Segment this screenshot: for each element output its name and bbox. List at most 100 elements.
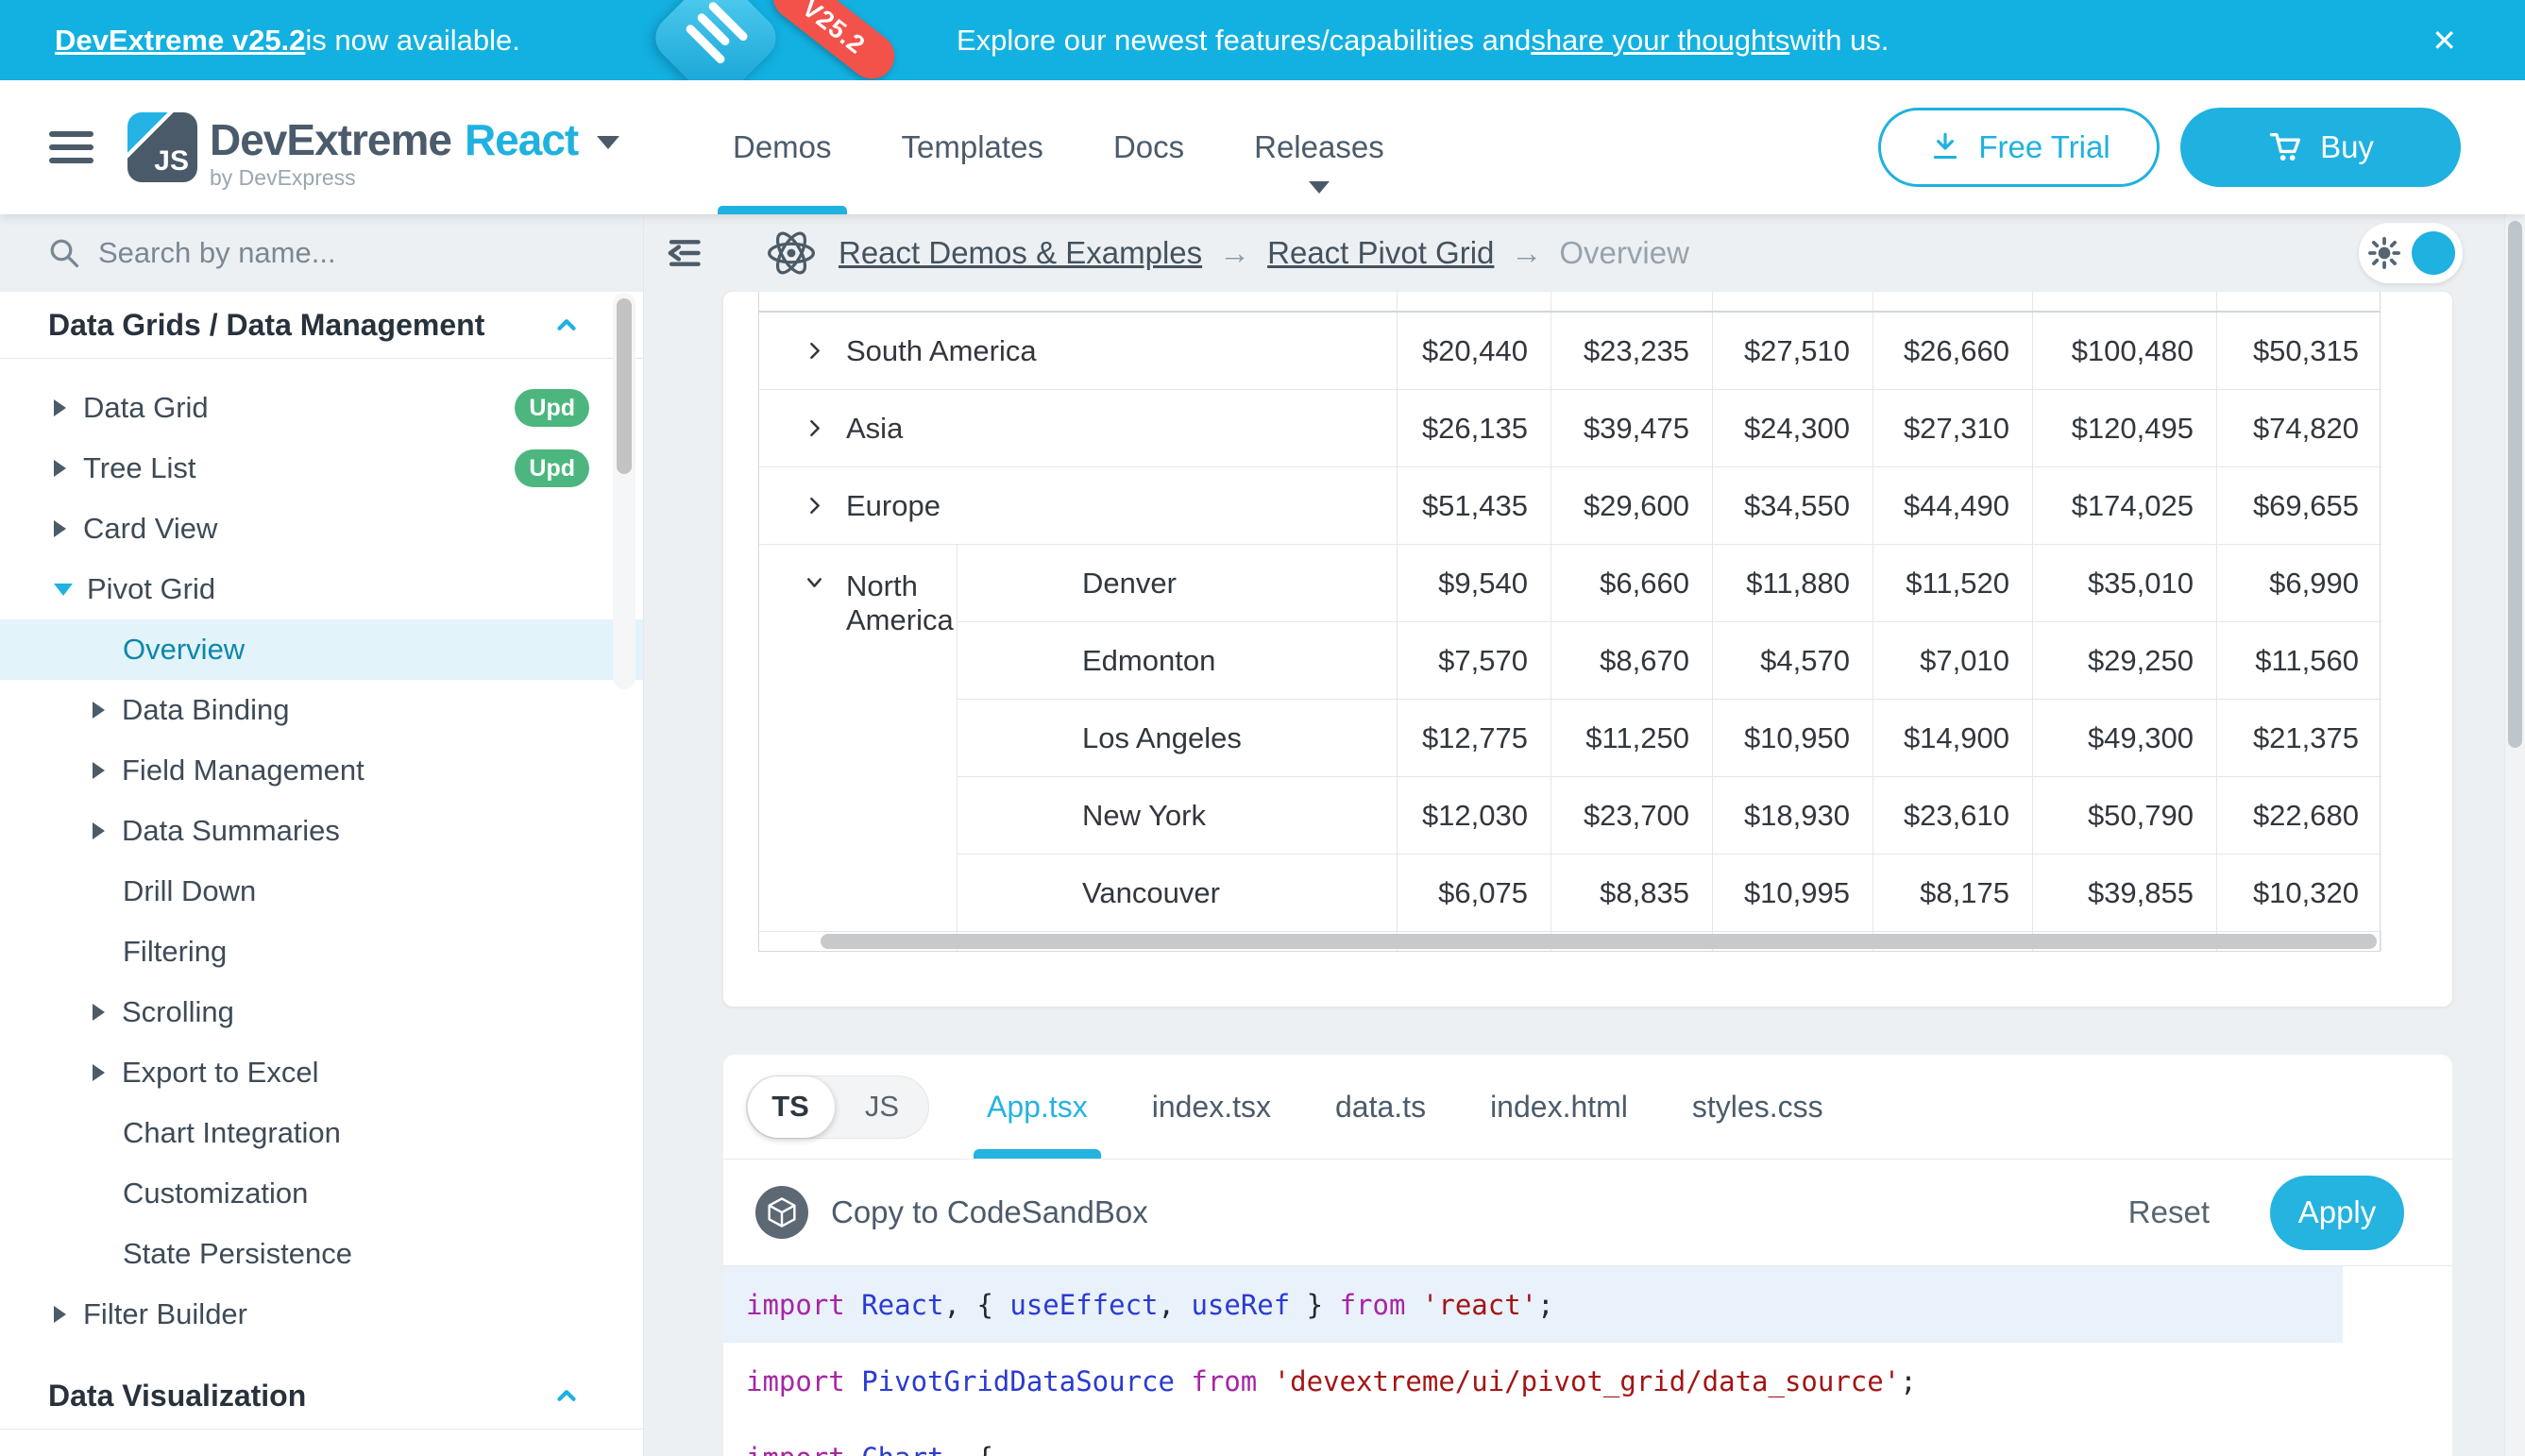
pivot-cell[interactable]: $10,950 bbox=[1713, 700, 1873, 777]
pivot-cell[interactable]: $34,550 bbox=[1713, 467, 1873, 545]
pivot-cell[interactable]: $27,510 bbox=[1713, 313, 1873, 390]
nav-demos[interactable]: Demos bbox=[733, 80, 832, 214]
row-header-denver[interactable]: Denver bbox=[957, 545, 1398, 622]
horizontal-scrollbar[interactable] bbox=[821, 934, 2377, 949]
pivot-cell[interactable]: $11,560 bbox=[2217, 622, 2381, 700]
sidebar-item-drill-down[interactable]: Drill Down bbox=[0, 861, 643, 922]
reset-button[interactable]: Reset bbox=[2128, 1194, 2210, 1230]
sidebar-item-data-grid[interactable]: Data GridUpd bbox=[0, 378, 643, 438]
pivot-cell[interactable]: $39,475 bbox=[1551, 390, 1713, 467]
pivot-cell[interactable]: $69,655 bbox=[2217, 467, 2381, 545]
row-header-south-america[interactable]: South America bbox=[759, 313, 1398, 390]
theme-toggle[interactable] bbox=[2359, 223, 2463, 283]
pivot-cell[interactable]: $120,495 bbox=[2033, 390, 2217, 467]
pivot-cell[interactable]: $44,490 bbox=[1873, 467, 2033, 545]
sidebar-item-filtering[interactable]: Filtering bbox=[0, 922, 643, 982]
pivot-cell[interactable]: $174,025 bbox=[2033, 467, 2217, 545]
pivot-cell[interactable]: $29,250 bbox=[2033, 622, 2217, 700]
language-option-ts[interactable]: TS bbox=[747, 1076, 834, 1138]
sidebar-item-field-management[interactable]: Field Management bbox=[0, 740, 643, 801]
pivot-cell[interactable]: $27,310 bbox=[1873, 390, 2033, 467]
row-header-new-york[interactable]: New York bbox=[957, 777, 1398, 855]
row-header-edmonton[interactable]: Edmonton bbox=[957, 622, 1398, 700]
pivot-cell[interactable]: $11,880 bbox=[1713, 545, 1873, 622]
framework-selector[interactable]: React bbox=[465, 114, 578, 165]
section-data-visualization[interactable]: Data Visualization bbox=[0, 1363, 643, 1430]
pivot-cell[interactable]: $4,570 bbox=[1713, 622, 1873, 700]
sidebar-item-customization[interactable]: Customization bbox=[0, 1163, 643, 1224]
pivot-cell[interactable]: $26,660 bbox=[1873, 313, 2033, 390]
pivot-cell[interactable]: $8,175 bbox=[1873, 855, 2033, 932]
pivot-cell[interactable]: $11,250 bbox=[1551, 700, 1713, 777]
nav-docs[interactable]: Docs bbox=[1113, 80, 1184, 214]
sidebar-item-filter-builder[interactable]: Filter Builder bbox=[0, 1284, 643, 1345]
pivot-cell[interactable]: $8,670 bbox=[1551, 622, 1713, 700]
chevron-down-icon[interactable] bbox=[597, 136, 619, 149]
pivot-cell[interactable]: $74,820 bbox=[2217, 390, 2381, 467]
sidebar-item-chart-integration[interactable]: Chart Integration bbox=[0, 1103, 643, 1163]
language-option-js[interactable]: JS bbox=[836, 1076, 928, 1138]
pivot-cell[interactable]: $50,315 bbox=[2217, 313, 2381, 390]
share-thoughts-link[interactable]: share your thoughts bbox=[1531, 24, 1789, 58]
pivot-cell[interactable]: $6,075 bbox=[1398, 855, 1551, 932]
pivot-cell[interactable]: $39,855 bbox=[2033, 855, 2217, 932]
search-input[interactable] bbox=[98, 236, 551, 270]
pivot-cell[interactable]: $24,300 bbox=[1713, 390, 1873, 467]
pivot-cell[interactable]: $12,030 bbox=[1398, 777, 1551, 855]
sidebar-item-export-to-excel[interactable]: Export to Excel bbox=[0, 1042, 643, 1103]
sidebar-item-card-view[interactable]: Card View bbox=[0, 499, 643, 559]
sidebar-item-overview[interactable]: Overview bbox=[0, 619, 643, 680]
nav-templates[interactable]: Templates bbox=[902, 80, 1043, 214]
pivot-cell[interactable]: $9,540 bbox=[1398, 545, 1551, 622]
pivot-cell[interactable]: $6,990 bbox=[2217, 545, 2381, 622]
pivot-cell[interactable]: $6,660 bbox=[1551, 545, 1713, 622]
sidebar-scrollbar[interactable] bbox=[613, 293, 635, 689]
row-header-asia[interactable]: Asia bbox=[759, 390, 1398, 467]
breadcrumb-link-pivot-grid[interactable]: React Pivot Grid bbox=[1267, 235, 1494, 271]
pivot-cell[interactable]: $8,835 bbox=[1551, 855, 1713, 932]
code-editor[interactable]: import React, { useEffect, useRef } from… bbox=[723, 1266, 2452, 1456]
pivot-cell[interactable]: $20,440 bbox=[1398, 313, 1551, 390]
tab-app-tsx[interactable]: App.tsx bbox=[987, 1055, 1088, 1159]
sidebar-item-pivot-grid[interactable]: Pivot Grid bbox=[0, 559, 643, 619]
pivot-cell[interactable]: $23,235 bbox=[1551, 313, 1713, 390]
tab-index-html[interactable]: index.html bbox=[1490, 1055, 1628, 1159]
copy-to-codesandbox-button[interactable]: Copy to CodeSandBox bbox=[831, 1194, 1148, 1230]
collapse-sidebar-icon[interactable] bbox=[663, 234, 704, 272]
devextreme-logo[interactable]: JS bbox=[127, 112, 197, 182]
pivot-cell[interactable]: $10,995 bbox=[1713, 855, 1873, 932]
tab-index-tsx[interactable]: index.tsx bbox=[1152, 1055, 1271, 1159]
codesandbox-icon[interactable] bbox=[755, 1186, 808, 1239]
nav-releases[interactable]: Releases bbox=[1254, 80, 1384, 214]
free-trial-button[interactable]: Free Trial bbox=[1878, 108, 2160, 187]
row-header-los-angeles[interactable]: Los Angeles bbox=[957, 700, 1398, 777]
pivot-cell[interactable]: $35,010 bbox=[2033, 545, 2217, 622]
pivot-cell[interactable]: $7,010 bbox=[1873, 622, 2033, 700]
section-data-grids[interactable]: Data Grids / Data Management bbox=[0, 292, 643, 359]
pivot-cell[interactable]: $11,520 bbox=[1873, 545, 2033, 622]
tab-data-ts[interactable]: data.ts bbox=[1335, 1055, 1426, 1159]
page-scrollbar[interactable] bbox=[2504, 214, 2525, 1456]
pivot-cell[interactable]: $50,790 bbox=[2033, 777, 2217, 855]
pivot-cell[interactable]: $29,600 bbox=[1551, 467, 1713, 545]
pivot-cell[interactable]: $26,135 bbox=[1398, 390, 1551, 467]
row-header-north-america[interactable]: North America bbox=[759, 545, 957, 932]
pivot-cell[interactable]: $12,775 bbox=[1398, 700, 1551, 777]
sidebar-item-scrolling[interactable]: Scrolling bbox=[0, 982, 643, 1042]
breadcrumb-link-demos[interactable]: React Demos & Examples bbox=[839, 235, 1202, 271]
pivot-cell[interactable]: $7,570 bbox=[1398, 622, 1551, 700]
hamburger-menu-icon[interactable] bbox=[49, 124, 93, 171]
sidebar-item-tree-list[interactable]: Tree ListUpd bbox=[0, 438, 643, 499]
pivot-cell[interactable]: $10,320 bbox=[2217, 855, 2381, 932]
buy-button[interactable]: Buy bbox=[2180, 108, 2461, 187]
pivot-cell[interactable]: $22,680 bbox=[2217, 777, 2381, 855]
language-toggle[interactable]: TS JS bbox=[746, 1075, 929, 1139]
sidebar-item-state-persistence[interactable]: State Persistence bbox=[0, 1224, 643, 1284]
pivot-cell[interactable]: $100,480 bbox=[2033, 313, 2217, 390]
row-header-vancouver[interactable]: Vancouver bbox=[957, 855, 1398, 932]
pivot-cell[interactable]: $23,700 bbox=[1551, 777, 1713, 855]
tab-styles-css[interactable]: styles.css bbox=[1692, 1055, 1823, 1159]
row-header-europe[interactable]: Europe bbox=[759, 467, 1398, 545]
pivot-cell[interactable]: $14,900 bbox=[1873, 700, 2033, 777]
version-link[interactable]: DevExtreme v25.2 bbox=[55, 24, 305, 58]
